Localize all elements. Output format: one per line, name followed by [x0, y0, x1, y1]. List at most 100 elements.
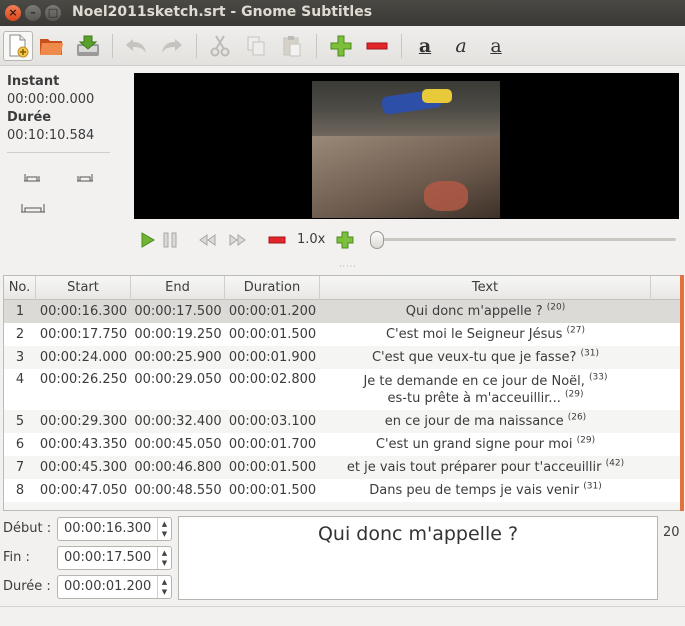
- row-text: Dans peu de temps je vais venir: [369, 483, 580, 498]
- rewind-button[interactable]: [196, 230, 218, 250]
- start-label: Début :: [3, 521, 52, 536]
- row-text: en ce jour de ma naissance: [384, 414, 564, 429]
- maximize-button[interactable]: □: [45, 5, 61, 21]
- set-both-icon[interactable]: [20, 201, 46, 213]
- close-button[interactable]: ×: [5, 5, 21, 21]
- subtitle-text-editor[interactable]: Qui donc m'appelle ?: [178, 516, 658, 600]
- duration-edit-label: Durée :: [3, 579, 51, 594]
- column-header-no[interactable]: No.: [4, 276, 36, 300]
- table-row[interactable]: 2 00:00:17.750 00:00:19.250 00:00:01.500…: [4, 323, 681, 346]
- row-char-count: (31): [583, 481, 602, 492]
- row-start: 00:00:24.000: [39, 350, 128, 365]
- forward-button[interactable]: [227, 230, 249, 250]
- row-end: 00:00:48.550: [134, 483, 222, 498]
- new-file-button[interactable]: [3, 31, 33, 61]
- end-label: Fin :: [3, 550, 30, 565]
- speed-value: 1.0x: [297, 232, 326, 247]
- save-icon: [77, 35, 99, 56]
- bold-button[interactable]: a: [410, 31, 440, 61]
- speed-down-button[interactable]: [266, 230, 288, 250]
- undo-button[interactable]: [121, 31, 151, 61]
- duration-spinbox[interactable]: 00:00:01.200 ▲ ▼: [57, 575, 172, 599]
- delete-subtitle-button[interactable]: [362, 31, 392, 61]
- row-duration: 00:00:01.500: [228, 483, 317, 498]
- speed-up-button[interactable]: [334, 230, 356, 250]
- row-number: 4: [15, 372, 25, 387]
- table-row[interactable]: 3 00:00:24.000 00:00:25.900 00:00:01.900…: [4, 346, 681, 369]
- row-text-line2: es-tu prête à m'acceuillir...: [387, 390, 561, 406]
- new-file-icon: [9, 34, 29, 58]
- save-button[interactable]: [73, 31, 103, 61]
- row-char-count: (31): [580, 348, 600, 359]
- row-char-count: (27): [566, 325, 586, 336]
- underline-button[interactable]: a: [481, 31, 511, 61]
- subtitle-text-content: Qui donc m'appelle ?: [317, 523, 519, 545]
- toolbar: a a a: [0, 26, 685, 66]
- set-start-icon[interactable]: [23, 170, 41, 182]
- duration-value: 00:10:10.584: [7, 128, 95, 143]
- status-bar: [0, 606, 685, 626]
- row-duration: 00:00:01.500: [228, 327, 317, 342]
- left-separator: [7, 152, 110, 153]
- duration-stepper-arrows[interactable]: ▲ ▼: [157, 576, 171, 598]
- undo-icon: [126, 39, 146, 53]
- play-icon: [141, 232, 155, 248]
- pause-button[interactable]: [160, 230, 180, 250]
- row-text: C'est que veux-tu que je fasse?: [371, 350, 577, 365]
- row-number: 1: [15, 304, 25, 319]
- end-stepper-arrows[interactable]: ▲ ▼: [157, 547, 171, 569]
- column-header-duration[interactable]: Duration: [225, 276, 320, 300]
- set-end-icon[interactable]: [76, 170, 94, 182]
- table-row[interactable]: 5 00:00:29.300 00:00:32.400 00:00:03.100…: [4, 410, 681, 433]
- column-header-end[interactable]: End: [131, 276, 225, 300]
- scrollbar-indicator[interactable]: [680, 275, 684, 511]
- table-row[interactable]: 4 00:00:26.250 00:00:29.050 00:00:02.800…: [4, 369, 681, 410]
- row-text: et je vais tout préparer pour t'acceuill…: [346, 460, 602, 475]
- row-duration: 00:00:02.800: [228, 372, 317, 387]
- cut-icon: [210, 35, 230, 57]
- paste-icon: [283, 36, 301, 57]
- table-row[interactable]: 7 00:00:45.300 00:00:46.800 00:00:01.500…: [4, 456, 681, 479]
- cut-button[interactable]: [205, 31, 235, 61]
- column-header-start[interactable]: Start: [36, 276, 131, 300]
- table-row[interactable]: 1 00:00:16.300 00:00:17.500 00:00:01.200…: [4, 300, 681, 323]
- pause-icon: [163, 232, 177, 248]
- end-spinbox[interactable]: 00:00:17.500 ▲ ▼: [57, 546, 172, 570]
- column-header-text[interactable]: Text: [320, 276, 651, 300]
- copy-button[interactable]: [241, 31, 271, 61]
- seek-slider-knob[interactable]: [370, 231, 384, 249]
- row-start: 00:00:17.750: [39, 327, 128, 342]
- row-number: 8: [15, 483, 25, 498]
- row-char-count: (29): [576, 435, 596, 446]
- table-header: No. Start End Duration Text: [4, 276, 681, 300]
- play-button[interactable]: [138, 230, 158, 250]
- subtitle-table[interactable]: No. Start End Duration Text 1 00:00:16.3…: [3, 275, 682, 511]
- open-button[interactable]: [37, 31, 67, 61]
- start-value: 00:00:16.300: [64, 521, 152, 536]
- seek-slider[interactable]: [376, 238, 676, 241]
- row-number: 7: [15, 460, 25, 475]
- add-icon: [330, 35, 352, 57]
- row-duration: 00:00:03.100: [228, 414, 317, 429]
- row-char-count-line2: (29): [564, 389, 584, 400]
- row-duration: 00:00:01.700: [228, 437, 317, 452]
- redo-button[interactable]: [157, 31, 187, 61]
- insert-subtitle-button[interactable]: [326, 31, 356, 61]
- pane-grip[interactable]: ·····: [339, 262, 357, 271]
- table-row[interactable]: 8 00:00:47.050 00:00:48.550 00:00:01.500…: [4, 479, 681, 502]
- minus-icon: [268, 236, 286, 244]
- rewind-icon: [199, 234, 216, 246]
- row-number: 3: [15, 350, 25, 365]
- paste-button[interactable]: [277, 31, 307, 61]
- row-duration: 00:00:01.900: [228, 350, 317, 365]
- row-char-count: (20): [546, 302, 566, 313]
- start-stepper-arrows[interactable]: ▲ ▼: [157, 518, 171, 540]
- start-spinbox[interactable]: 00:00:16.300 ▲ ▼: [57, 517, 172, 541]
- row-number: 5: [15, 414, 25, 429]
- row-text: C'est moi le Seigneur Jésus: [385, 327, 563, 342]
- table-row[interactable]: 6 00:00:43.350 00:00:45.050 00:00:01.700…: [4, 433, 681, 456]
- video-player[interactable]: [134, 73, 679, 219]
- window-title: Noel2011sketch.srt - Gnome Subtitles: [72, 4, 373, 20]
- minimize-button[interactable]: –: [25, 5, 41, 21]
- italic-button[interactable]: a: [446, 31, 476, 61]
